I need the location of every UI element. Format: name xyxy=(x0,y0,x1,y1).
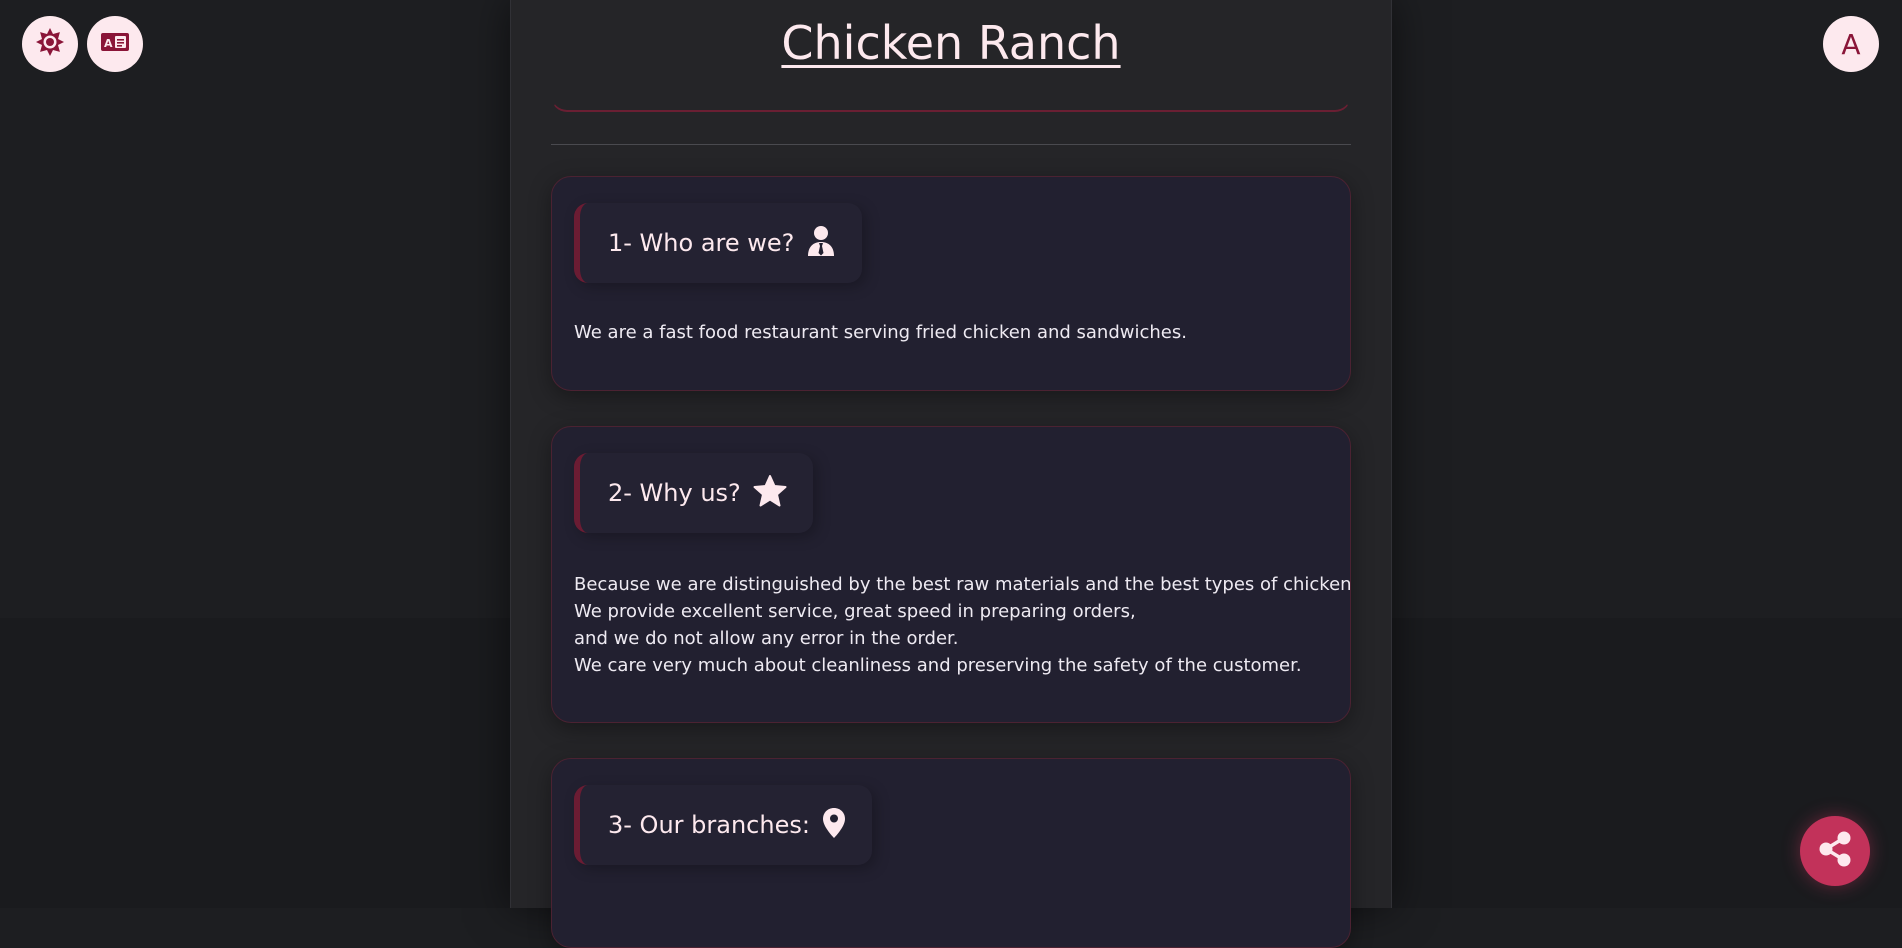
language-toggle-button[interactable]: A xyxy=(87,16,143,72)
section-text-line: We care very much about cleanliness and … xyxy=(574,655,1302,676)
share-icon xyxy=(1817,830,1853,872)
theme-toggle-button[interactable] xyxy=(22,16,78,72)
avatar-letter: A xyxy=(1841,27,1861,61)
section-text-line: We are a fast food restaurant serving fr… xyxy=(574,322,1187,343)
section-text-line: Because we are distinguished by the best… xyxy=(574,574,1351,595)
section-header: 3- Our branches: xyxy=(574,785,872,865)
section-card-who-are-we: 1- Who are we? We are a fast food restau… xyxy=(551,176,1351,391)
section-text-line: and we do not allow any error in the ord… xyxy=(574,628,959,649)
section-header: 1- Who are we? xyxy=(574,203,863,283)
sun-gear-icon xyxy=(35,27,65,61)
star-icon xyxy=(753,475,787,511)
share-button[interactable] xyxy=(1800,816,1870,886)
section-body: Because we are distinguished by the best… xyxy=(574,571,1351,679)
page-title[interactable]: Chicken Ranch xyxy=(511,16,1391,70)
section-card-our-branches: 3- Our branches: xyxy=(551,758,1351,948)
section-title: 2- Why us? xyxy=(608,479,741,507)
section-header: 2- Why us? xyxy=(574,453,813,533)
divider xyxy=(551,144,1351,145)
section-title: 3- Our branches: xyxy=(608,811,810,839)
section-body: We are a fast food restaurant serving fr… xyxy=(574,319,1334,346)
section-card-why-us: 2- Why us? Because we are distinguished … xyxy=(551,426,1351,723)
content-panel: Chicken Ranch 1- Who are we? We are a fa… xyxy=(510,0,1392,948)
person-tie-icon xyxy=(806,225,836,261)
location-pin-icon xyxy=(822,807,846,843)
user-avatar-button[interactable]: A xyxy=(1823,16,1879,72)
translate-icon: A xyxy=(100,31,130,57)
section-title: 1- Who are we? xyxy=(608,229,795,257)
svg-text:A: A xyxy=(104,37,113,50)
section-text-line: We provide excellent service, great spee… xyxy=(574,601,1136,622)
